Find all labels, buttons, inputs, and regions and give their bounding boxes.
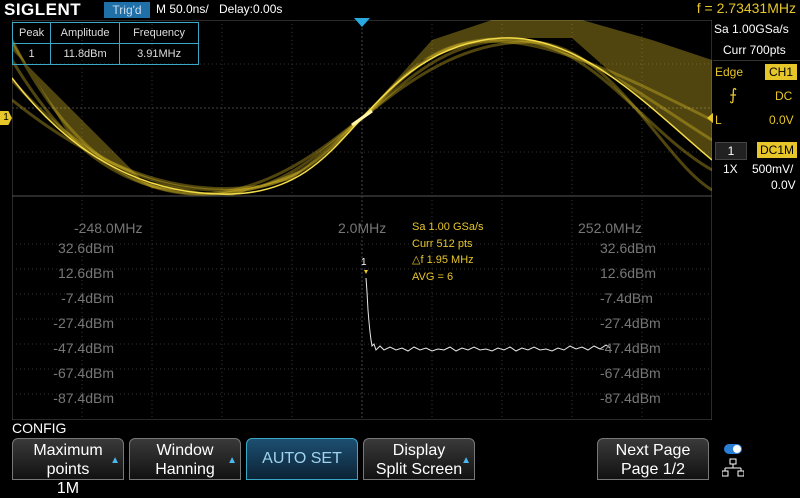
window-value: Hanning [155,461,215,478]
y-label: 32.6dBm [57,240,114,256]
channel-1-marker[interactable]: 1 [0,111,12,125]
y-label: 12.6dBm [600,265,657,281]
vertical-scale: 500mV/ [752,162,794,176]
up-arrow-icon: ▲ [110,455,120,466]
toggle-icon [724,444,742,454]
peak-index: 1 [11,43,52,65]
y-label: -47.4dBm [53,340,114,356]
y-label: -47.4dBm [600,340,661,356]
y-label: -67.4dBm [600,365,661,381]
window-label: Window [156,442,214,459]
rising-edge-icon: ⨍ [729,87,738,104]
current-points: Curr 700pts [723,43,786,57]
peak-table: Peak Amplitude Frequency 1 11.8dBm 3.91M… [11,22,200,65]
next-page-softkey[interactable]: Next Page Page 1/2 [597,438,709,480]
fft-info: Sa 1.00 GSa/s Curr 512 pts △f 1.95 MHz A… [412,219,484,285]
peak-col-header: Peak [11,22,52,44]
menu-title: CONFIG [12,420,67,436]
channel-number-badge: 1 [715,142,747,160]
network-icon [722,458,744,477]
next-page-label: Next Page [615,442,691,459]
display-label: Display [392,442,446,459]
fft-sample-rate: Sa 1.00 GSa/s [412,221,484,233]
frequency-col-header: Frequency [119,22,200,44]
brand-logo: SIGLENT [4,0,82,19]
channel-coupling-badge: DC1M [757,142,797,158]
auto-set-button[interactable]: AUTO SET [246,438,358,480]
peak-amplitude: 11.8dBm [50,43,121,65]
trigger-source-badge: CH1 [765,64,797,80]
trigger-level-value: 0.0V [769,113,794,127]
window-softkey[interactable]: Window Hanning ▲ [129,438,241,480]
y-label: -7.4dBm [600,290,653,306]
y-label: 12.6dBm [57,265,114,281]
vertical-offset: 0.0V [771,178,796,192]
y-label: -87.4dBm [53,390,114,406]
right-status-panel: Sa 1.00GSa/s Curr 700pts Edge CH1 ⨍ DC L… [713,20,800,420]
frequency-readout: f = 2.73431MHz [696,0,796,16]
fft-x-label-left: -248.0MHz [74,220,143,236]
trigger-status-badge: Trig'd [104,2,150,18]
max-points-value: 1M [56,480,80,497]
y-label: -27.4dBm [53,315,114,331]
delay-readout: Delay:0.00s [219,2,283,16]
peak-frequency: 3.91MHz [119,43,200,65]
fft-x-label-center: 2.0MHz [338,220,387,236]
fft-average: AVG = 6 [412,270,454,283]
next-page-value: Page 1/2 [620,461,686,478]
channel-panel[interactable]: 1 DC1M 1X 500mV/ 0.0V [713,140,800,196]
max-points-label: Maximum points [33,442,103,478]
peak-table-header: Peak Amplitude Frequency [11,22,200,44]
y-label: -27.4dBm [600,315,661,331]
probe-ratio: 1X [723,162,738,176]
y-label: -87.4dBm [600,390,661,406]
display-value: Split Screen [375,461,463,478]
timebase-readout: M 50.0ns/ [156,2,209,16]
trigger-coupling: DC [775,89,793,103]
y-label: -67.4dBm [53,365,114,381]
amplitude-col-header: Amplitude [50,22,121,44]
trigger-position-marker[interactable] [354,18,370,27]
trigger-panel[interactable]: Edge CH1 ⨍ DC L 0.0V [713,60,800,131]
table-row: 1 11.8dBm 3.91MHz [11,43,200,65]
fft-x-label-right: 252.0MHz [578,220,642,236]
sample-rate: Sa 1.00GSa/s [714,22,789,36]
display-softkey[interactable]: Display Split Screen ▲ [363,438,475,480]
trigger-type: Edge [715,65,744,79]
y-label: -7.4dBm [61,290,114,306]
fft-points: Curr 512 pts [412,237,473,250]
fft-y-labels-left: 32.6dBm 12.6dBm -7.4dBm -27.4dBm -47.4dB… [18,236,114,411]
up-arrow-icon: ▲ [461,455,471,466]
fft-y-labels-right: 32.6dBm 12.6dBm -7.4dBm -27.4dBm -47.4dB… [600,236,700,411]
fft-delta-f: △f 1.95 MHz [412,254,474,266]
trigger-level-label: L [715,113,722,127]
up-arrow-icon: ▲ [227,455,237,466]
y-label: 32.6dBm [600,240,657,256]
fft-peak-marker: 1 [361,257,367,268]
max-points-softkey[interactable]: Maximum points 1M ▲ [12,438,124,497]
